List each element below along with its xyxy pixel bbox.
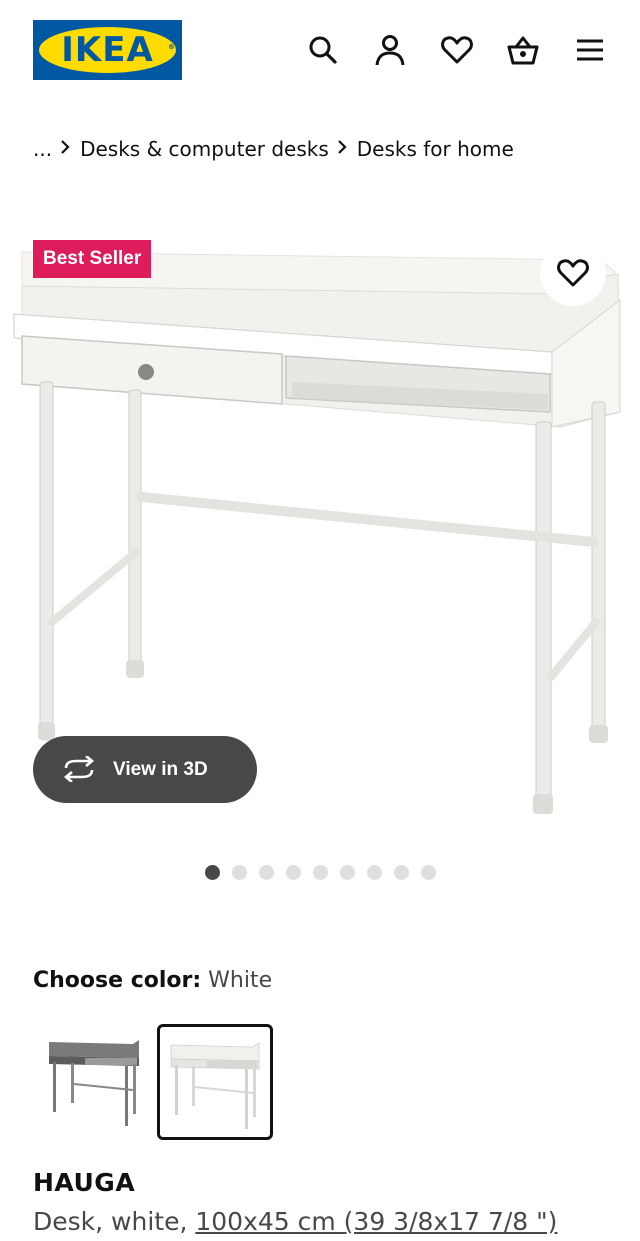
view-in-3d-button[interactable]: View in 3D	[33, 736, 257, 803]
breadcrumb-ellipsis[interactable]: ...	[33, 137, 52, 161]
pager-dot[interactable]	[205, 865, 220, 880]
search-icon[interactable]	[301, 28, 345, 72]
logo-registered-mark: ®	[168, 43, 175, 51]
rotate-3d-icon	[63, 756, 95, 782]
ikea-logo[interactable]: IKEA ®	[33, 20, 182, 80]
view-in-3d-label: View in 3D	[113, 759, 208, 780]
best-seller-badge: Best Seller	[33, 240, 152, 278]
pager-dot[interactable]	[367, 865, 382, 880]
color-swatch-gray[interactable]	[41, 1024, 157, 1140]
pager-dot[interactable]	[286, 865, 301, 880]
white-desk-thumbnail	[170, 1042, 260, 1129]
menu-icon[interactable]	[568, 28, 612, 72]
gray-desk-thumbnail	[49, 1040, 139, 1126]
favorites-icon[interactable]	[435, 28, 479, 72]
image-pager	[205, 865, 448, 881]
breadcrumb-desks-for-home[interactable]: Desks for home	[357, 137, 514, 161]
add-to-favorites-button[interactable]	[540, 240, 606, 306]
chevron-right-icon	[52, 134, 80, 164]
heart-icon	[557, 259, 589, 287]
pager-dot[interactable]	[340, 865, 355, 880]
product-description: Desk, white, 100x45 cm (39 3/8x17 7/8 ")	[33, 1207, 557, 1236]
product-type-color: Desk, white,	[33, 1207, 196, 1236]
pager-dot[interactable]	[259, 865, 274, 880]
logo-text: IKEA	[61, 30, 154, 70]
breadcrumb-desks-computer-desks[interactable]: Desks & computer desks	[80, 137, 329, 161]
pager-dot[interactable]	[394, 865, 409, 880]
selected-color-value: White	[208, 968, 273, 993]
cart-icon[interactable]	[501, 28, 545, 72]
chevron-right-icon	[329, 134, 357, 164]
pager-dot[interactable]	[421, 865, 436, 880]
product-name: HAUGA	[33, 1168, 136, 1197]
breadcrumb: ... Desks & computer desks Desks for hom…	[33, 134, 514, 164]
header: IKEA ®	[0, 0, 640, 100]
pager-dot[interactable]	[313, 865, 328, 880]
color-swatch-white[interactable]	[157, 1024, 273, 1140]
pager-dot[interactable]	[232, 865, 247, 880]
color-chooser-label: Choose color: White	[33, 968, 272, 993]
product-size-link[interactable]: 100x45 cm (39 3/8x17 7/8 ")	[195, 1207, 557, 1236]
choose-color-label: Choose color:	[33, 968, 202, 993]
account-icon[interactable]	[368, 28, 412, 72]
